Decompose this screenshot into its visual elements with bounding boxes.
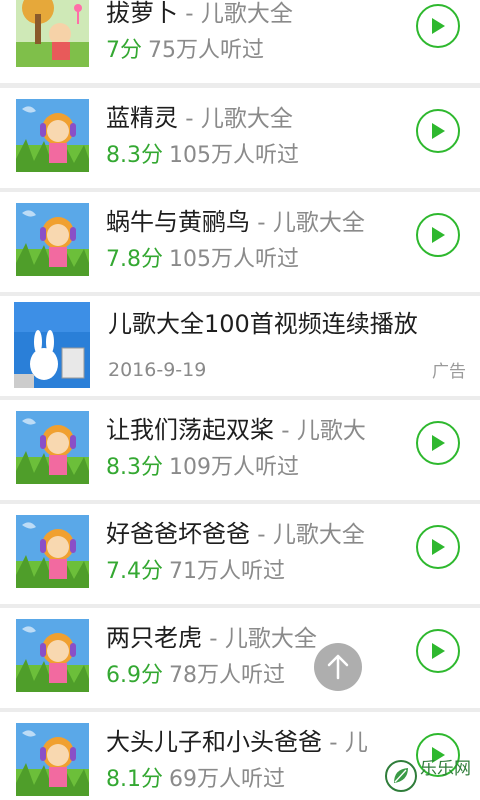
song-thumbnail	[16, 619, 89, 692]
list-item[interactable]: 拔萝卜 - 儿歌大全 7分 75万人听过	[0, 0, 480, 83]
list-item[interactable]: 好爸爸坏爸爸 - 儿歌大全 7.4分 71万人听过	[0, 504, 480, 604]
song-category: - 儿歌大全	[202, 626, 317, 652]
song-score: 8.3分	[106, 455, 163, 480]
song-listens: 75万人听过	[148, 38, 264, 63]
song-meta: 8.1分 69万人听过	[106, 762, 285, 798]
play-icon	[432, 18, 445, 34]
ad-date: 2016-9-19	[108, 359, 207, 381]
ad-thumbnail	[14, 302, 90, 388]
song-title-line: 好爸爸坏爸爸 - 儿歌大全	[106, 512, 400, 556]
ad-item[interactable]: 儿歌大全100首视频连续播放 2016-9-19 广告	[0, 296, 480, 396]
play-icon	[432, 227, 445, 243]
song-listens: 105万人听过	[169, 143, 299, 168]
play-button[interactable]	[416, 4, 460, 48]
song-score: 7分	[106, 38, 142, 63]
song-thumbnail	[16, 99, 89, 172]
play-icon	[432, 435, 445, 451]
list-item[interactable]: 蜗牛与黄鹂鸟 - 儿歌大全 7.8分 105万人听过	[0, 192, 480, 292]
song-title: 拔萝卜	[106, 0, 178, 27]
song-category: - 儿歌大全	[250, 522, 365, 548]
song-thumbnail	[16, 515, 89, 588]
ad-badge: 广告	[432, 362, 466, 382]
song-thumbnail	[16, 411, 89, 484]
song-category: - 儿歌大	[274, 418, 366, 444]
song-meta: 7.8分 105万人听过	[106, 242, 299, 278]
song-title-line: 蓝精灵 - 儿歌大全	[106, 96, 400, 140]
song-score: 6.9分	[106, 663, 163, 688]
song-title-line: 让我们荡起双桨 - 儿歌大	[106, 408, 400, 452]
play-button[interactable]	[416, 421, 460, 465]
song-title: 让我们荡起双桨	[106, 416, 274, 444]
song-meta: 6.9分 78万人听过	[106, 658, 285, 694]
song-category: - 儿歌大全	[250, 210, 365, 236]
song-title: 蜗牛与黄鹂鸟	[106, 208, 250, 236]
song-listens: 69万人听过	[169, 767, 285, 792]
list-item[interactable]: 让我们荡起双桨 - 儿歌大 8.3分 109万人听过	[0, 400, 480, 500]
song-title: 两只老虎	[106, 624, 202, 652]
play-icon	[432, 123, 445, 139]
song-title: 大头儿子和小头爸爸	[106, 728, 322, 756]
song-meta: 8.3分 109万人听过	[106, 450, 299, 486]
play-icon	[432, 643, 445, 659]
song-category: - 儿	[322, 730, 368, 756]
song-listens: 78万人听过	[169, 663, 285, 688]
play-button[interactable]	[416, 525, 460, 569]
song-score: 8.3分	[106, 143, 163, 168]
song-score: 7.4分	[106, 559, 163, 584]
watermark-text: 乐乐网	[420, 759, 471, 779]
play-icon	[432, 539, 445, 555]
back-to-top-button[interactable]	[314, 643, 362, 691]
song-thumbnail	[16, 0, 89, 67]
song-listens: 109万人听过	[169, 455, 299, 480]
arrow-up-icon	[327, 654, 349, 680]
song-listens: 71万人听过	[169, 559, 285, 584]
song-listens: 105万人听过	[169, 247, 299, 272]
song-title: 蓝精灵	[106, 104, 178, 132]
play-button[interactable]	[416, 629, 460, 673]
leaf-logo-icon	[385, 760, 417, 792]
song-title-line: 蜗牛与黄鹂鸟 - 儿歌大全	[106, 200, 400, 244]
ad-title: 儿歌大全100首视频连续播放	[108, 310, 418, 338]
song-thumbnail	[16, 203, 89, 276]
song-list: 拔萝卜 - 儿歌大全 7分 75万人听过 蓝精灵 - 儿歌大全 8.3分 105…	[0, 0, 480, 800]
play-button[interactable]	[416, 109, 460, 153]
song-title: 好爸爸坏爸爸	[106, 520, 250, 548]
list-item[interactable]: 两只老虎 - 儿歌大全 6.9分 78万人听过	[0, 608, 480, 708]
song-score: 8.1分	[106, 767, 163, 792]
song-title-line: 拔萝卜 - 儿歌大全	[106, 0, 400, 35]
list-item[interactable]: 蓝精灵 - 儿歌大全 8.3分 105万人听过	[0, 88, 480, 188]
song-meta: 7分 75万人听过	[106, 33, 264, 69]
song-score: 7.8分	[106, 247, 163, 272]
song-thumbnail	[16, 723, 89, 796]
song-title-line: 大头儿子和小头爸爸 - 儿	[106, 720, 400, 764]
song-category: - 儿歌大全	[178, 106, 293, 132]
song-meta: 7.4分 71万人听过	[106, 554, 285, 590]
watermark-logo: 乐乐网	[384, 756, 480, 796]
song-category: - 儿歌大全	[178, 1, 293, 27]
play-button[interactable]	[416, 213, 460, 257]
song-meta: 8.3分 105万人听过	[106, 138, 299, 174]
